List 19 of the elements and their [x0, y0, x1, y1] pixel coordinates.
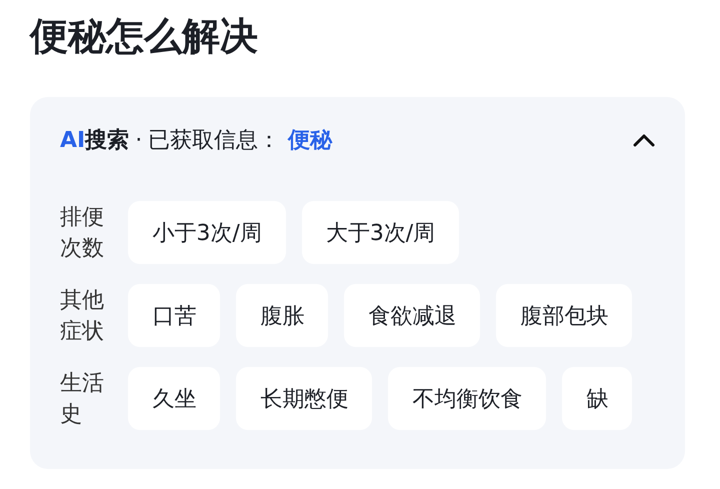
filter-chip[interactable]: 长期憋便: [236, 367, 372, 430]
group-label: 排便次数: [60, 204, 105, 262]
group-label: 其他症状: [60, 286, 105, 346]
info-label: 已获取信息：: [148, 127, 280, 155]
ai-search-label: AI搜索: [60, 127, 130, 155]
filter-chip[interactable]: 食欲减退: [344, 284, 480, 347]
separator-dot: ·: [135, 128, 142, 152]
keyword: 便秘: [288, 127, 332, 155]
filter-chip[interactable]: 久坐: [128, 367, 220, 430]
filter-chip[interactable]: 腹胀: [236, 284, 328, 347]
filter-chip[interactable]: 腹部包块: [496, 284, 632, 347]
group-label: 生活史: [60, 370, 105, 428]
filter-chip[interactable]: 口苦: [128, 284, 220, 347]
filter-chip[interactable]: 大于3次/周: [302, 201, 460, 264]
page-title: 便秘怎么解决: [28, 13, 259, 60]
filter-chip[interactable]: 小于3次/周: [128, 201, 286, 264]
filter-chip[interactable]: 不均衡饮食: [388, 367, 546, 430]
filter-chip[interactable]: 缺: [562, 367, 632, 430]
collapse-icon[interactable]: [633, 133, 655, 147]
